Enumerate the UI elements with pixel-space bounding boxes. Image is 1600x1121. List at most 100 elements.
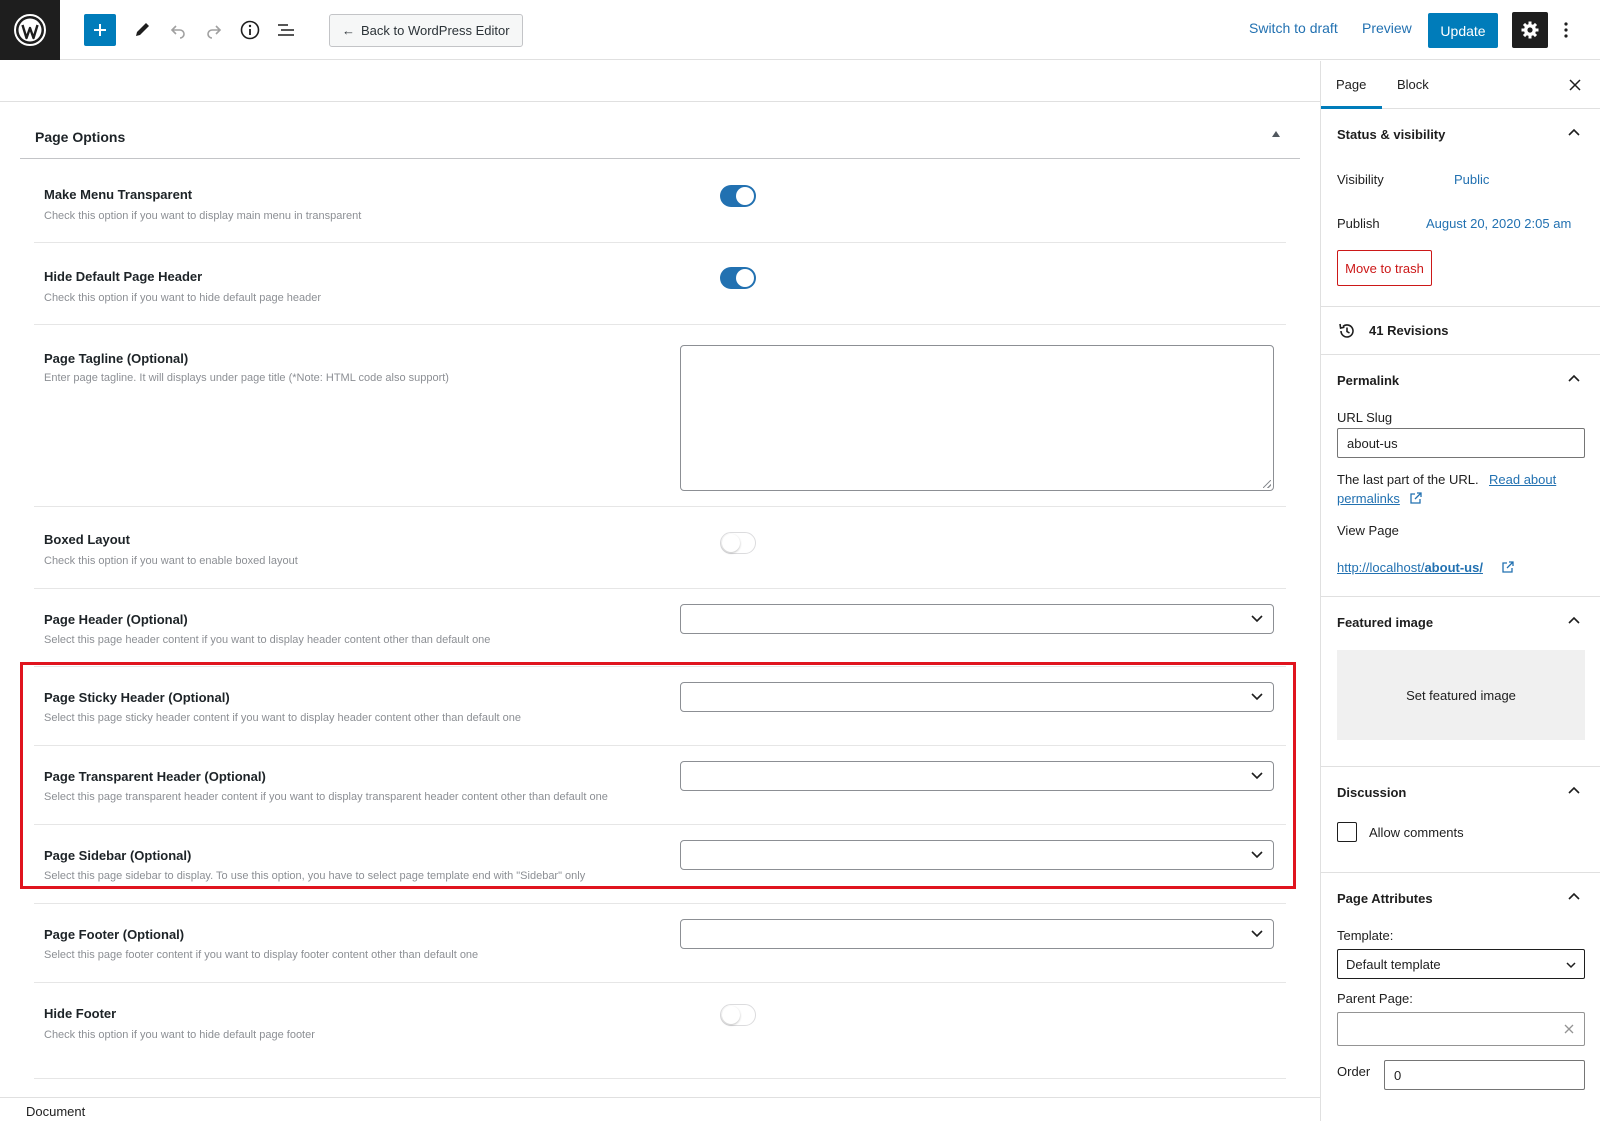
- page-tagline-textarea[interactable]: [680, 345, 1274, 491]
- edit-tools-button[interactable]: [126, 14, 158, 46]
- section-title[interactable]: Featured image: [1337, 615, 1433, 630]
- page-sidebar-select[interactable]: [680, 840, 1274, 870]
- option-page-sticky-header: Page Sticky Header (Optional) Select thi…: [34, 667, 1286, 746]
- boxed-layout-toggle[interactable]: [720, 532, 756, 554]
- option-label: Page Tagline (Optional): [44, 351, 189, 366]
- settings-sidebar: Page Block Status & visibility Visibilit…: [1320, 61, 1600, 1121]
- move-to-trash-button[interactable]: Move to trash: [1337, 250, 1432, 286]
- list-view-icon: [278, 24, 294, 36]
- option-description: Check this option if you want to hide de…: [44, 1029, 315, 1041]
- make-menu-transparent-toggle[interactable]: [720, 185, 756, 207]
- info-icon: [240, 20, 260, 40]
- page-options-header[interactable]: Page Options: [20, 101, 1300, 159]
- allow-comments-checkbox[interactable]: [1337, 822, 1357, 842]
- history-icon: [1339, 323, 1354, 338]
- publish-date-link[interactable]: August 20, 2020 2:05 am: [1426, 216, 1571, 231]
- section-title[interactable]: Status & visibility: [1337, 127, 1445, 142]
- pencil-icon: [136, 23, 149, 36]
- option-label: Make Menu Transparent: [44, 187, 193, 202]
- permalink-help-text: The last part of the URL.: [1337, 472, 1479, 487]
- clear-icon[interactable]: [1564, 1024, 1574, 1034]
- template-select[interactable]: Default template: [1337, 949, 1585, 979]
- visibility-label: Visibility: [1337, 172, 1384, 187]
- page-transparent-header-select[interactable]: [680, 761, 1274, 791]
- template-label: Template:: [1337, 928, 1394, 943]
- sidebar-tabs: Page Block: [1321, 61, 1600, 109]
- details-button[interactable]: [234, 14, 266, 46]
- collapse-arrow-icon[interactable]: [1272, 131, 1280, 137]
- update-button[interactable]: Update: [1428, 13, 1498, 48]
- close-icon[interactable]: [1567, 77, 1583, 93]
- option-boxed-layout: Boxed Layout Check this option if you wa…: [34, 507, 1286, 589]
- status-visibility-section: Status & visibility Visibility Public Pu…: [1321, 109, 1600, 307]
- switch-to-draft-button[interactable]: Switch to draft: [1249, 20, 1338, 36]
- option-page-sidebar: Page Sidebar (Optional) Select this page…: [34, 825, 1286, 904]
- option-page-transparent-header: Page Transparent Header (Optional) Selec…: [34, 746, 1286, 825]
- permalinks-link[interactable]: permalinks: [1337, 491, 1400, 506]
- resize-handle-icon[interactable]: [1263, 480, 1271, 488]
- section-title[interactable]: Discussion: [1337, 785, 1406, 800]
- section-title[interactable]: Page Attributes: [1337, 891, 1433, 906]
- visibility-value-link[interactable]: Public: [1454, 172, 1489, 187]
- option-make-menu-transparent: Make Menu Transparent Check this option …: [34, 159, 1286, 243]
- list-view-button[interactable]: [270, 14, 302, 46]
- featured-image-section: Featured image Set featured image: [1321, 597, 1600, 767]
- hide-default-page-header-toggle[interactable]: [720, 267, 756, 289]
- page-footer-select[interactable]: [680, 919, 1274, 949]
- chevron-down-icon: [1251, 930, 1263, 938]
- chevron-up-icon[interactable]: [1567, 784, 1581, 798]
- option-label: Hide Default Page Header: [44, 269, 203, 284]
- option-description: Enter page tagline. It will displays und…: [44, 372, 449, 384]
- back-to-editor-button[interactable]: ← Back to WordPress Editor: [329, 14, 523, 47]
- page-sticky-header-select[interactable]: [680, 682, 1274, 712]
- chevron-up-icon[interactable]: [1567, 890, 1581, 904]
- section-title[interactable]: Permalink: [1337, 373, 1399, 388]
- add-block-button[interactable]: [84, 14, 116, 46]
- tab-block[interactable]: Block: [1397, 77, 1429, 92]
- read-about-link[interactable]: Read about: [1489, 472, 1556, 487]
- order-label: Order: [1337, 1064, 1371, 1079]
- chevron-up-icon[interactable]: [1567, 372, 1581, 386]
- top-toolbar: ← Back to WordPress Editor Switch to dra…: [0, 0, 1600, 60]
- parent-page-label: Parent Page:: [1337, 991, 1413, 1006]
- page-header-select[interactable]: [680, 604, 1274, 634]
- option-hide-default-page-header: Hide Default Page Header Check this opti…: [34, 243, 1286, 325]
- option-label: Page Header (Optional): [44, 612, 188, 627]
- parent-page-input[interactable]: [1337, 1012, 1585, 1046]
- chevron-down-icon: [1566, 962, 1576, 969]
- redo-icon: [207, 25, 222, 39]
- preview-button[interactable]: Preview: [1362, 20, 1412, 36]
- chevron-down-icon: [1251, 615, 1263, 623]
- undo-button[interactable]: [162, 14, 194, 46]
- chevron-up-icon[interactable]: [1567, 126, 1581, 140]
- option-page-header: Page Header (Optional) Select this page …: [34, 589, 1286, 667]
- option-label: Page Transparent Header (Optional): [44, 769, 266, 784]
- order-input[interactable]: 0: [1384, 1060, 1585, 1090]
- gear-icon: [1521, 21, 1539, 39]
- revisions-section[interactable]: 41 Revisions: [1321, 307, 1600, 355]
- redo-button[interactable]: [198, 14, 230, 46]
- page-url-link[interactable]: http://localhost/about-us/: [1337, 560, 1483, 575]
- set-featured-image-button[interactable]: Set featured image: [1337, 650, 1585, 740]
- url-slug-input[interactable]: about-us: [1337, 428, 1585, 458]
- wordpress-logo-icon[interactable]: [0, 0, 60, 60]
- option-page-footer: Page Footer (Optional) Select this page …: [34, 904, 1286, 983]
- discussion-section: Discussion Allow comments: [1321, 767, 1600, 873]
- option-description: Select this page header content if you w…: [44, 634, 491, 646]
- tab-page[interactable]: Page: [1336, 77, 1366, 92]
- breadcrumb-document[interactable]: Document: [26, 1104, 85, 1119]
- option-description: Check this option if you want to display…: [44, 210, 362, 222]
- option-label: Boxed Layout: [44, 532, 130, 547]
- settings-button[interactable]: [1512, 12, 1548, 48]
- publish-label: Publish: [1337, 216, 1380, 231]
- hide-footer-toggle[interactable]: [720, 1004, 756, 1026]
- permalink-section: Permalink URL Slug about-us The last par…: [1321, 355, 1600, 597]
- undo-icon: [170, 25, 185, 39]
- option-description: Select this page footer content if you w…: [44, 949, 479, 961]
- arrow-left-icon: ←: [342, 23, 355, 38]
- editor-main: Page Options Make Menu Transparent Check…: [0, 61, 1320, 1097]
- option-label: Page Sticky Header (Optional): [44, 690, 230, 705]
- more-options-button[interactable]: [1556, 14, 1576, 46]
- chevron-up-icon[interactable]: [1567, 614, 1581, 628]
- chevron-down-icon: [1251, 693, 1263, 701]
